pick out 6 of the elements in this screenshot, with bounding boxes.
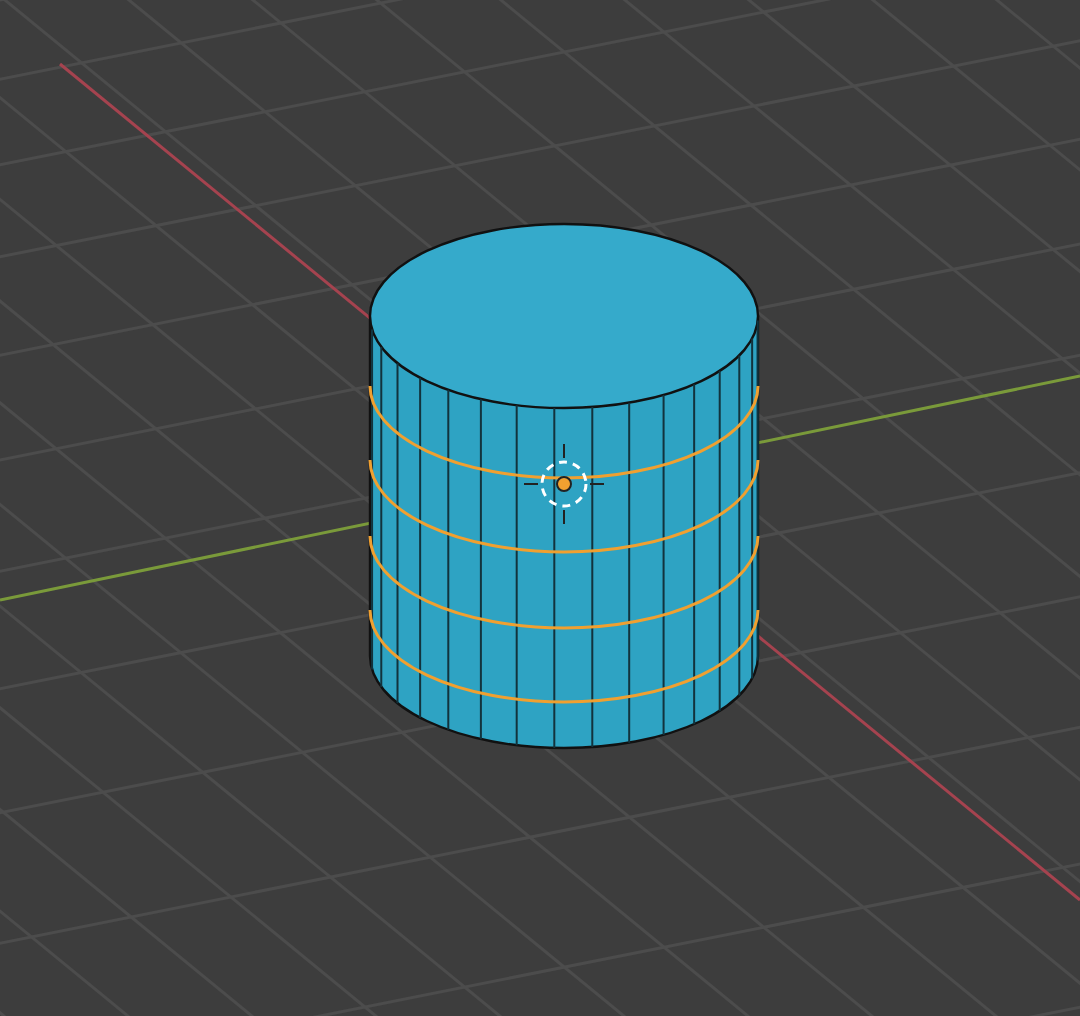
origin-dot (556, 476, 572, 492)
edge-loop[interactable] (368, 459, 760, 554)
3d-cursor-icon[interactable] (523, 443, 605, 525)
edge-loop[interactable] (368, 385, 760, 480)
edge-loop[interactable] (368, 609, 760, 704)
edge-loop[interactable] (368, 535, 760, 630)
